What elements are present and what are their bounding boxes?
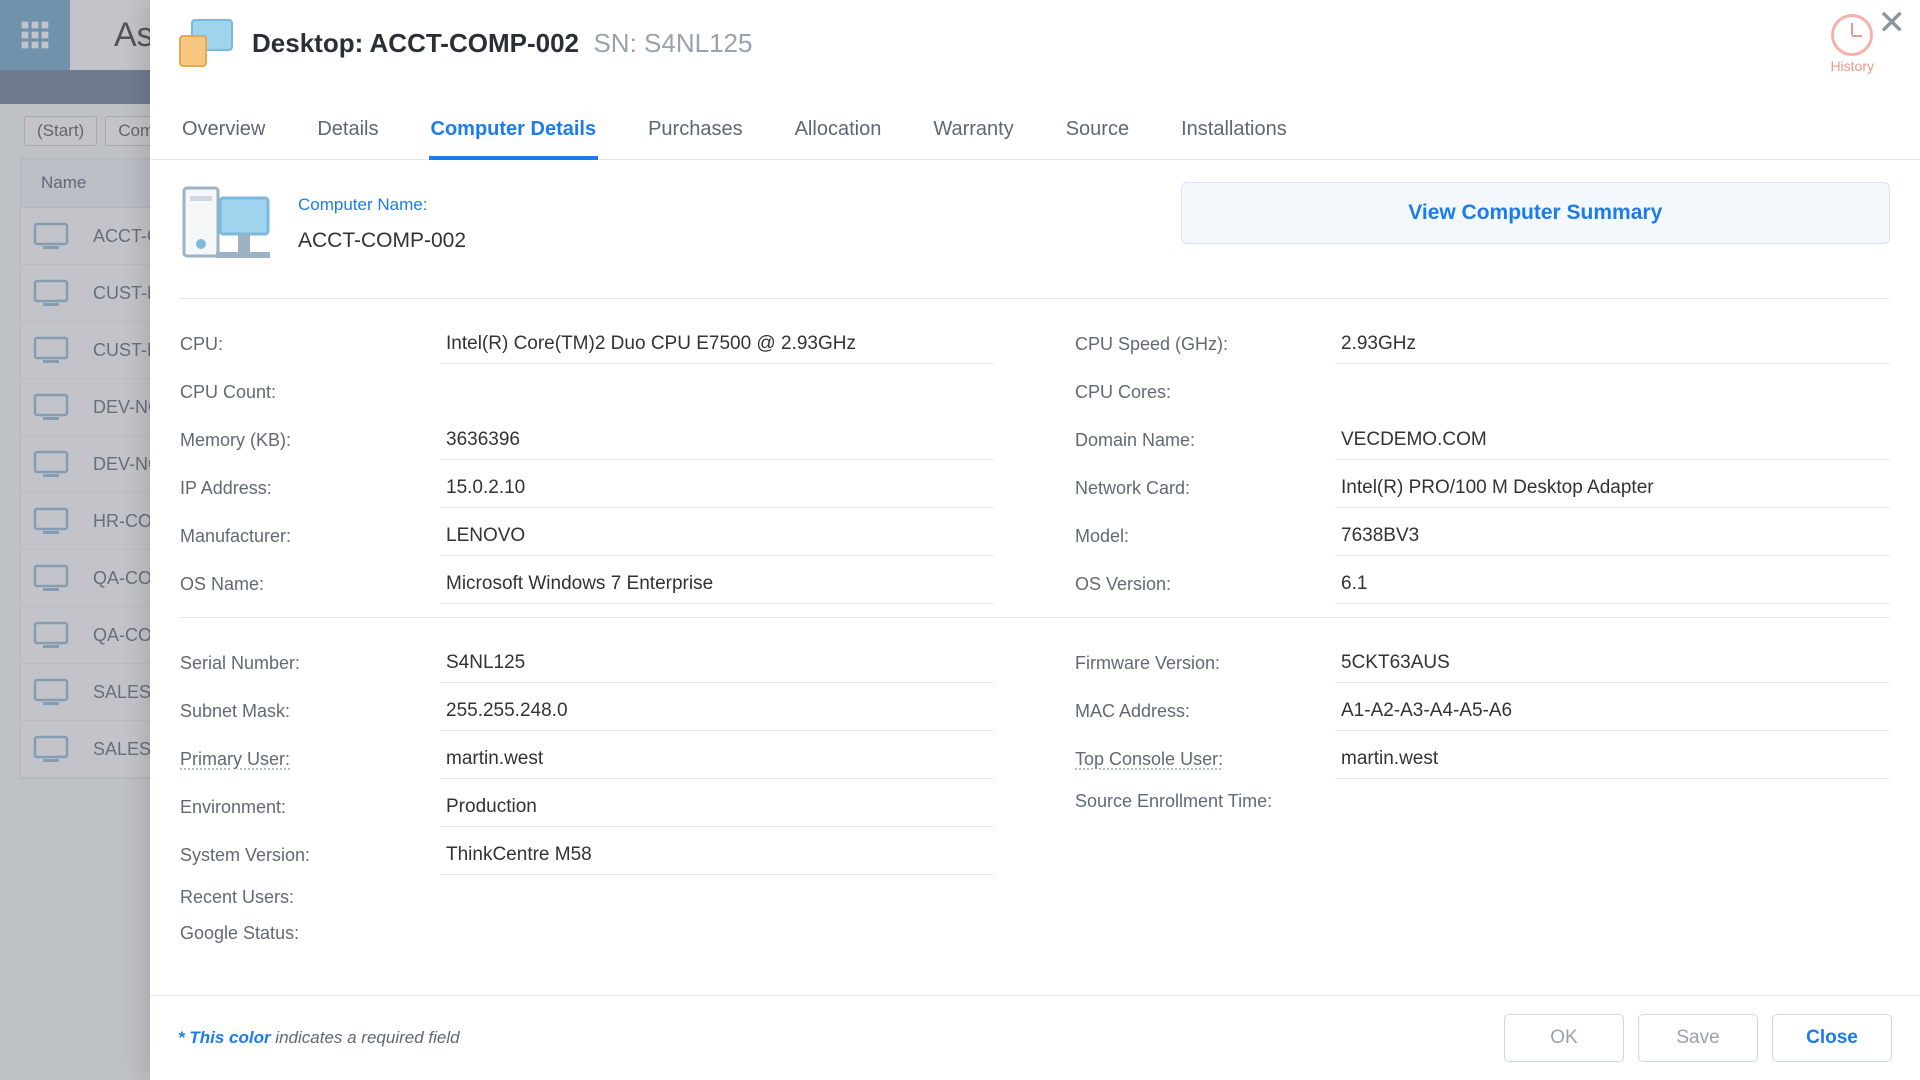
field: Subnet Mask:255.255.248.0 bbox=[180, 690, 995, 732]
computer-name-label: Computer Name: bbox=[298, 195, 466, 215]
history-button[interactable]: History bbox=[1830, 14, 1874, 74]
field-label: Subnet Mask: bbox=[180, 701, 440, 722]
field: CPU:Intel(R) Core(TM)2 Duo CPU E7500 @ 2… bbox=[180, 323, 995, 365]
field-label: Google Status: bbox=[180, 923, 440, 944]
field-value bbox=[1335, 384, 1890, 400]
header-type-label: Desktop: bbox=[252, 28, 363, 58]
tab-bar: Overview Details Computer Details Purchases… bbox=[150, 78, 1920, 160]
network-section: Serial Number:S4NL125Subnet Mask:255.255… bbox=[180, 617, 1890, 948]
field: Recent Users: bbox=[180, 882, 995, 912]
field-value: martin.west bbox=[1335, 740, 1890, 779]
field: Google Status: bbox=[180, 918, 995, 948]
field: CPU Speed (GHz):2.93GHz bbox=[1075, 323, 1890, 365]
tab-installations[interactable]: Installations bbox=[1179, 114, 1289, 159]
field-label: Model: bbox=[1075, 526, 1335, 547]
field-label: System Version: bbox=[180, 845, 440, 866]
field-value: LENOVO bbox=[440, 517, 995, 556]
field-label: Serial Number: bbox=[180, 653, 440, 674]
tab-allocation[interactable]: Allocation bbox=[793, 114, 884, 159]
field: Primary User:martin.west bbox=[180, 738, 995, 780]
field-label: MAC Address: bbox=[1075, 701, 1335, 722]
field-label: IP Address: bbox=[180, 478, 440, 499]
tab-source[interactable]: Source bbox=[1064, 114, 1131, 159]
field: Network Card:Intel(R) PRO/100 M Desktop … bbox=[1075, 467, 1890, 509]
field-label: CPU Speed (GHz): bbox=[1075, 334, 1335, 355]
hardware-section: CPU:Intel(R) Core(TM)2 Duo CPU E7500 @ 2… bbox=[180, 298, 1890, 605]
field: Model:7638BV3 bbox=[1075, 515, 1890, 557]
tab-computer-details[interactable]: Computer Details bbox=[429, 114, 599, 160]
field: Manufacturer:LENOVO bbox=[180, 515, 995, 557]
field-label: Top Console User: bbox=[1075, 749, 1335, 770]
field-label: CPU Count: bbox=[180, 382, 440, 403]
field-label: Environment: bbox=[180, 797, 440, 818]
history-icon bbox=[1831, 14, 1873, 56]
close-button[interactable]: Close bbox=[1772, 1014, 1892, 1062]
tab-purchases[interactable]: Purchases bbox=[646, 114, 745, 159]
field-label: Primary User: bbox=[180, 749, 440, 770]
field-label: Recent Users: bbox=[180, 887, 440, 908]
computer-name-value: ACCT-COMP-002 bbox=[298, 229, 466, 252]
field: OS Version:6.1 bbox=[1075, 563, 1890, 605]
ok-button[interactable]: OK bbox=[1504, 1014, 1624, 1062]
field: Top Console User:martin.west bbox=[1075, 738, 1890, 780]
field-value: 3636396 bbox=[440, 421, 995, 460]
field: System Version:ThinkCentre M58 bbox=[180, 834, 995, 876]
field-value: Production bbox=[440, 788, 995, 827]
field-label: OS Name: bbox=[180, 574, 440, 595]
tab-warranty[interactable]: Warranty bbox=[931, 114, 1015, 159]
close-icon[interactable]: ✕ bbox=[1878, 6, 1907, 40]
desktop-icon bbox=[178, 18, 234, 68]
field: MAC Address:A1-A2-A3-A4-A5-A6 bbox=[1075, 690, 1890, 732]
required-field-note: * This color indicates a required field bbox=[178, 1028, 460, 1048]
field-value: martin.west bbox=[440, 740, 995, 779]
header-asset-name: ACCT-COMP-002 bbox=[370, 28, 579, 58]
field-value: ThinkCentre M58 bbox=[440, 836, 995, 875]
field-value: 255.255.248.0 bbox=[440, 692, 995, 731]
field-value: 6.1 bbox=[1335, 565, 1890, 604]
field: Firmware Version:5CKT63AUS bbox=[1075, 642, 1890, 684]
field-value bbox=[440, 384, 995, 400]
field-label: Manufacturer: bbox=[180, 526, 440, 547]
field: Domain Name:VECDEMO.COM bbox=[1075, 419, 1890, 461]
field-label: CPU Cores: bbox=[1075, 382, 1335, 403]
field-value: 15.0.2.10 bbox=[440, 469, 995, 508]
field: CPU Count: bbox=[180, 371, 995, 413]
field-label: Network Card: bbox=[1075, 478, 1335, 499]
field-label: CPU: bbox=[180, 334, 440, 355]
field-value: Intel(R) PRO/100 M Desktop Adapter bbox=[1335, 469, 1890, 508]
field-value: Microsoft Windows 7 Enterprise bbox=[440, 565, 995, 604]
field: Memory (KB):3636396 bbox=[180, 419, 995, 461]
field-label: Domain Name: bbox=[1075, 430, 1335, 451]
field-label: Source Enrollment Time: bbox=[1075, 791, 1335, 812]
field-value: S4NL125 bbox=[440, 644, 995, 683]
field: IP Address:15.0.2.10 bbox=[180, 467, 995, 509]
field: Serial Number:S4NL125 bbox=[180, 642, 995, 684]
asset-detail-dialog: Desktop: ACCT-COMP-002 SN: S4NL125 Histo… bbox=[150, 0, 1920, 1080]
field-value: 2.93GHz bbox=[1335, 325, 1890, 364]
header-sn-value: S4NL125 bbox=[644, 28, 752, 58]
field: OS Name:Microsoft Windows 7 Enterprise bbox=[180, 563, 995, 605]
field-label: Memory (KB): bbox=[180, 430, 440, 451]
field-value: 7638BV3 bbox=[1335, 517, 1890, 556]
tab-overview[interactable]: Overview bbox=[180, 114, 267, 159]
field: CPU Cores: bbox=[1075, 371, 1890, 413]
field-label: Firmware Version: bbox=[1075, 653, 1335, 674]
view-computer-summary-button[interactable]: View Computer Summary bbox=[1181, 182, 1891, 244]
field-value: 5CKT63AUS bbox=[1335, 644, 1890, 683]
field: Environment:Production bbox=[180, 786, 995, 828]
field-value: Intel(R) Core(TM)2 Duo CPU E7500 @ 2.93G… bbox=[440, 325, 995, 364]
field: Source Enrollment Time: bbox=[1075, 786, 1890, 816]
field-value: A1-A2-A3-A4-A5-A6 bbox=[1335, 692, 1890, 731]
field-label: OS Version: bbox=[1075, 574, 1335, 595]
tab-details[interactable]: Details bbox=[315, 114, 380, 159]
save-button[interactable]: Save bbox=[1638, 1014, 1758, 1062]
header-sn-label: SN: bbox=[593, 28, 636, 58]
computer-icon bbox=[180, 182, 270, 266]
field-value: VECDEMO.COM bbox=[1335, 421, 1890, 460]
